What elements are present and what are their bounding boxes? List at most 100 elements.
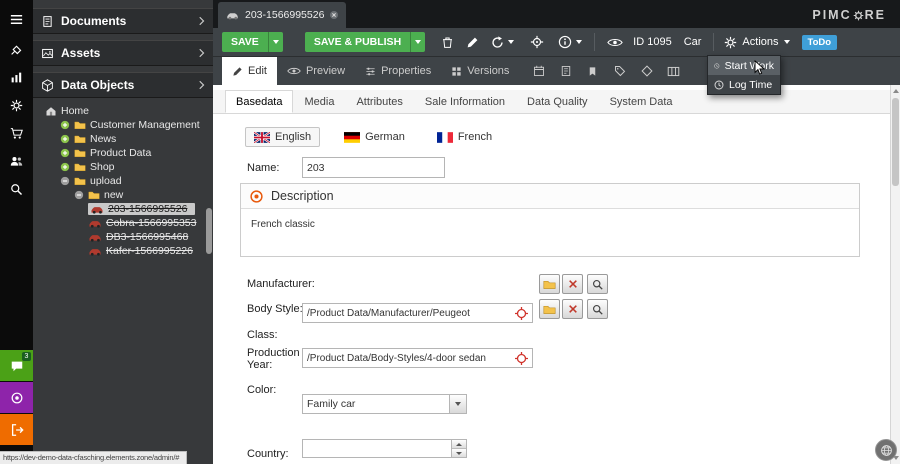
body-style-search-button[interactable] bbox=[587, 299, 608, 319]
expand-plus-icon[interactable] bbox=[60, 120, 70, 130]
home-icon bbox=[45, 105, 57, 117]
expand-plus-icon[interactable] bbox=[60, 162, 70, 172]
menu-item-log-time[interactable]: Log Time bbox=[708, 75, 780, 94]
content-scrollbar[interactable] bbox=[890, 85, 900, 464]
language-tab-german[interactable]: German bbox=[336, 127, 413, 147]
language-tab-french[interactable]: French bbox=[429, 127, 500, 147]
ecommerce-icon[interactable] bbox=[0, 120, 33, 146]
country-label: Country: bbox=[247, 448, 299, 460]
tag-icon[interactable] bbox=[606, 57, 633, 85]
chevron-right-icon bbox=[199, 48, 205, 58]
language-tab-english[interactable]: English bbox=[245, 127, 320, 147]
globe-icon[interactable] bbox=[875, 439, 897, 461]
collapse-minus-icon[interactable] bbox=[60, 176, 70, 186]
tree-item-customer-management[interactable]: Customer Management bbox=[33, 118, 213, 132]
info-icon[interactable] bbox=[558, 35, 572, 49]
save-button[interactable]: SAVE bbox=[222, 32, 268, 52]
users-icon[interactable] bbox=[0, 148, 33, 174]
todo-badge[interactable]: ToDo bbox=[802, 35, 838, 50]
production-year-label: Production Year: bbox=[247, 347, 295, 371]
tools-icon[interactable] bbox=[0, 36, 33, 62]
tab-basedata[interactable]: Basedata bbox=[225, 90, 293, 113]
pimcore-admin: 3 Documents Assets bbox=[0, 0, 900, 464]
chevron-down-icon[interactable] bbox=[449, 395, 466, 413]
reload-dropdown-caret[interactable] bbox=[508, 40, 514, 44]
tree-item-kafer[interactable]: Kafer-1566995226 bbox=[33, 244, 213, 258]
perspective-icon[interactable] bbox=[0, 382, 33, 413]
info-dropdown-caret[interactable] bbox=[576, 40, 582, 44]
manufacturer-open-button[interactable] bbox=[539, 274, 560, 294]
chat-button[interactable]: 3 bbox=[0, 350, 33, 381]
logout-icon[interactable] bbox=[0, 414, 33, 445]
sidebar-panel-documents[interactable]: Documents bbox=[33, 8, 213, 34]
status-url-tooltip: https://dev-demo-data-cfasching.elements… bbox=[0, 451, 187, 464]
body-style-field[interactable]: /Product Data/Body-Styles/4-door sedan bbox=[302, 348, 533, 368]
description-header[interactable]: Description bbox=[241, 184, 859, 209]
schedule-icon[interactable] bbox=[525, 57, 552, 85]
save-publish-dropdown-button[interactable] bbox=[410, 32, 425, 52]
name-input[interactable] bbox=[302, 157, 445, 178]
description-text[interactable]: French classic bbox=[241, 209, 859, 240]
preview-eye-icon[interactable] bbox=[607, 37, 623, 48]
tree-item-news[interactable]: News bbox=[33, 132, 213, 146]
spinner-up-icon[interactable] bbox=[452, 440, 466, 448]
class-label: Class: bbox=[247, 329, 299, 341]
body-style-open-button[interactable] bbox=[539, 299, 560, 319]
locate-in-tree-icon[interactable] bbox=[530, 35, 544, 49]
pimcore-logo: PIMC RE bbox=[812, 8, 886, 22]
notes-icon[interactable] bbox=[552, 57, 579, 85]
manufacturer-remove-button[interactable] bbox=[562, 274, 583, 294]
relation-target-icon bbox=[515, 352, 528, 365]
reload-icon[interactable] bbox=[491, 36, 504, 49]
sidebar-scrollbar[interactable] bbox=[206, 208, 212, 254]
body-style-remove-button[interactable] bbox=[562, 299, 583, 319]
tree-item-product-data[interactable]: Product Data bbox=[33, 146, 213, 160]
manufacturer-field[interactable]: /Product Data/Manufacturer/Peugeot bbox=[302, 303, 533, 323]
tab-preview[interactable]: Preview bbox=[277, 57, 355, 85]
tree-item-upload[interactable]: upload bbox=[33, 174, 213, 188]
tree-item-db3[interactable]: DB3-1566995468 bbox=[33, 230, 213, 244]
open-object-tab[interactable]: 203-1566995526 bbox=[218, 2, 346, 28]
tree-item-new[interactable]: new bbox=[33, 188, 213, 202]
tab-system-data[interactable]: System Data bbox=[599, 90, 684, 113]
search-icon[interactable] bbox=[0, 176, 33, 202]
production-year-spinner[interactable] bbox=[302, 439, 467, 458]
reports-icon[interactable] bbox=[0, 64, 33, 90]
description-fieldset: Description French classic bbox=[240, 183, 860, 257]
scrollbar-thumb[interactable] bbox=[892, 98, 899, 186]
scroll-up-icon[interactable] bbox=[893, 89, 899, 93]
tab-versions[interactable]: Versions bbox=[441, 57, 519, 85]
tab-edit[interactable]: Edit bbox=[222, 57, 277, 85]
menu-icon[interactable] bbox=[0, 6, 33, 32]
sidebar-panel-assets[interactable]: Assets bbox=[33, 40, 213, 66]
save-dropdown-button[interactable] bbox=[268, 32, 283, 52]
tree-item-shop[interactable]: Shop bbox=[33, 160, 213, 174]
folder-icon bbox=[74, 147, 86, 159]
expand-plus-icon[interactable] bbox=[60, 134, 70, 144]
expand-plus-icon[interactable] bbox=[60, 148, 70, 158]
actions-button[interactable]: Actions bbox=[724, 36, 789, 49]
tab-sale-information[interactable]: Sale Information bbox=[414, 90, 516, 113]
close-icon[interactable] bbox=[330, 11, 338, 19]
menu-item-start-work[interactable]: Start Work bbox=[708, 56, 780, 75]
manufacturer-search-button[interactable] bbox=[587, 274, 608, 294]
tab-data-quality[interactable]: Data Quality bbox=[516, 90, 599, 113]
layout-columns-icon[interactable] bbox=[660, 57, 687, 85]
save-publish-button[interactable]: SAVE & PUBLISH bbox=[305, 32, 410, 52]
tree-item-203-selected[interactable]: 203-1566995526 bbox=[33, 202, 213, 216]
class-select[interactable]: Family car bbox=[302, 394, 467, 414]
tab-properties[interactable]: Properties bbox=[355, 57, 441, 85]
collapse-minus-icon[interactable] bbox=[74, 190, 84, 200]
sidebar-panel-data-objects[interactable]: Data Objects bbox=[33, 72, 213, 98]
rename-icon[interactable] bbox=[466, 36, 479, 49]
documents-icon bbox=[41, 15, 54, 28]
workflow-icon[interactable] bbox=[633, 57, 660, 85]
spinner-down-icon[interactable] bbox=[452, 448, 466, 457]
tab-media[interactable]: Media bbox=[293, 90, 345, 113]
tree-item-home[interactable]: Home bbox=[33, 104, 213, 118]
delete-icon[interactable] bbox=[441, 36, 454, 49]
tab-attributes[interactable]: Attributes bbox=[345, 90, 413, 113]
settings-icon[interactable] bbox=[0, 92, 33, 118]
tree-item-cobra[interactable]: Cobra-1566995353 bbox=[33, 216, 213, 230]
bookmark-icon[interactable] bbox=[579, 57, 606, 85]
